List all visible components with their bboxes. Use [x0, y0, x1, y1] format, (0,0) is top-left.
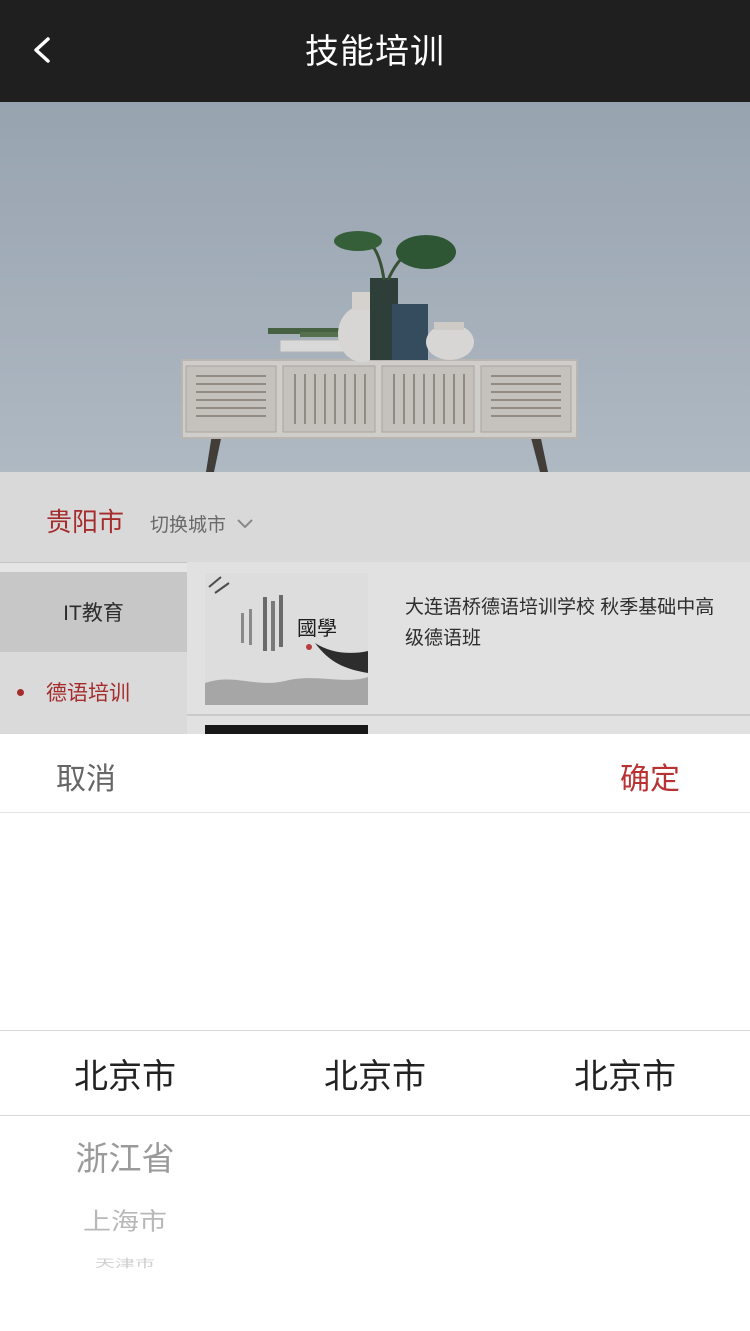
picker-option[interactable]: 上海市	[0, 1203, 250, 1237]
city-column[interactable]: 北京市	[250, 1031, 500, 1115]
switch-city-button[interactable]: 切换城市	[150, 510, 254, 537]
course-thumbnail: 國學	[205, 573, 368, 705]
page-title: 技能培训	[305, 33, 445, 71]
chevron-down-icon	[237, 518, 253, 528]
sidebar-item-it[interactable]: IT教育	[0, 572, 187, 652]
picker-option[interactable]: 浙江省	[0, 1132, 250, 1180]
course-list: 國學 大连语桥德语培训学校 秋季基础中高级德语班	[187, 562, 750, 745]
picker-option[interactable]: 天津市	[0, 1255, 250, 1271]
sidebar-item-label: IT教育	[63, 602, 124, 625]
cancel-button[interactable]: 取消	[56, 754, 116, 798]
picker-selected-row: 北京市 北京市 北京市	[0, 1030, 750, 1116]
picker-toolbar: 取消 确定	[0, 734, 750, 813]
nav-header: 技能培训	[0, 0, 750, 102]
city-bar: 贵阳市 切换城市	[0, 472, 750, 563]
confirm-button[interactable]: 确定	[620, 754, 680, 798]
current-city: 贵阳市	[46, 507, 125, 537]
sidebar-item-german[interactable]: 德语培训	[0, 652, 187, 732]
course-title: 大连语桥德语培训学校 秋季基础中高级德语班	[405, 597, 715, 649]
course-item[interactable]: 國學 大连语桥德语培训学校 秋季基础中高级德语班	[187, 562, 750, 716]
switch-city-label: 切换城市	[150, 515, 227, 536]
thumbnail-text: 國學	[297, 616, 337, 640]
category-sidebar: IT教育 德语培训	[0, 572, 187, 742]
sidebar-item-label: 德语培训	[46, 682, 130, 705]
city-picker-sheet: 取消 确定 北京市 北京市 北京市 浙江省 上海市 天津市	[0, 734, 750, 1331]
banner-image	[0, 102, 750, 472]
province-column[interactable]: 北京市	[0, 1031, 250, 1115]
selected-dot	[17, 689, 24, 696]
district-column[interactable]: 北京市	[500, 1031, 750, 1115]
